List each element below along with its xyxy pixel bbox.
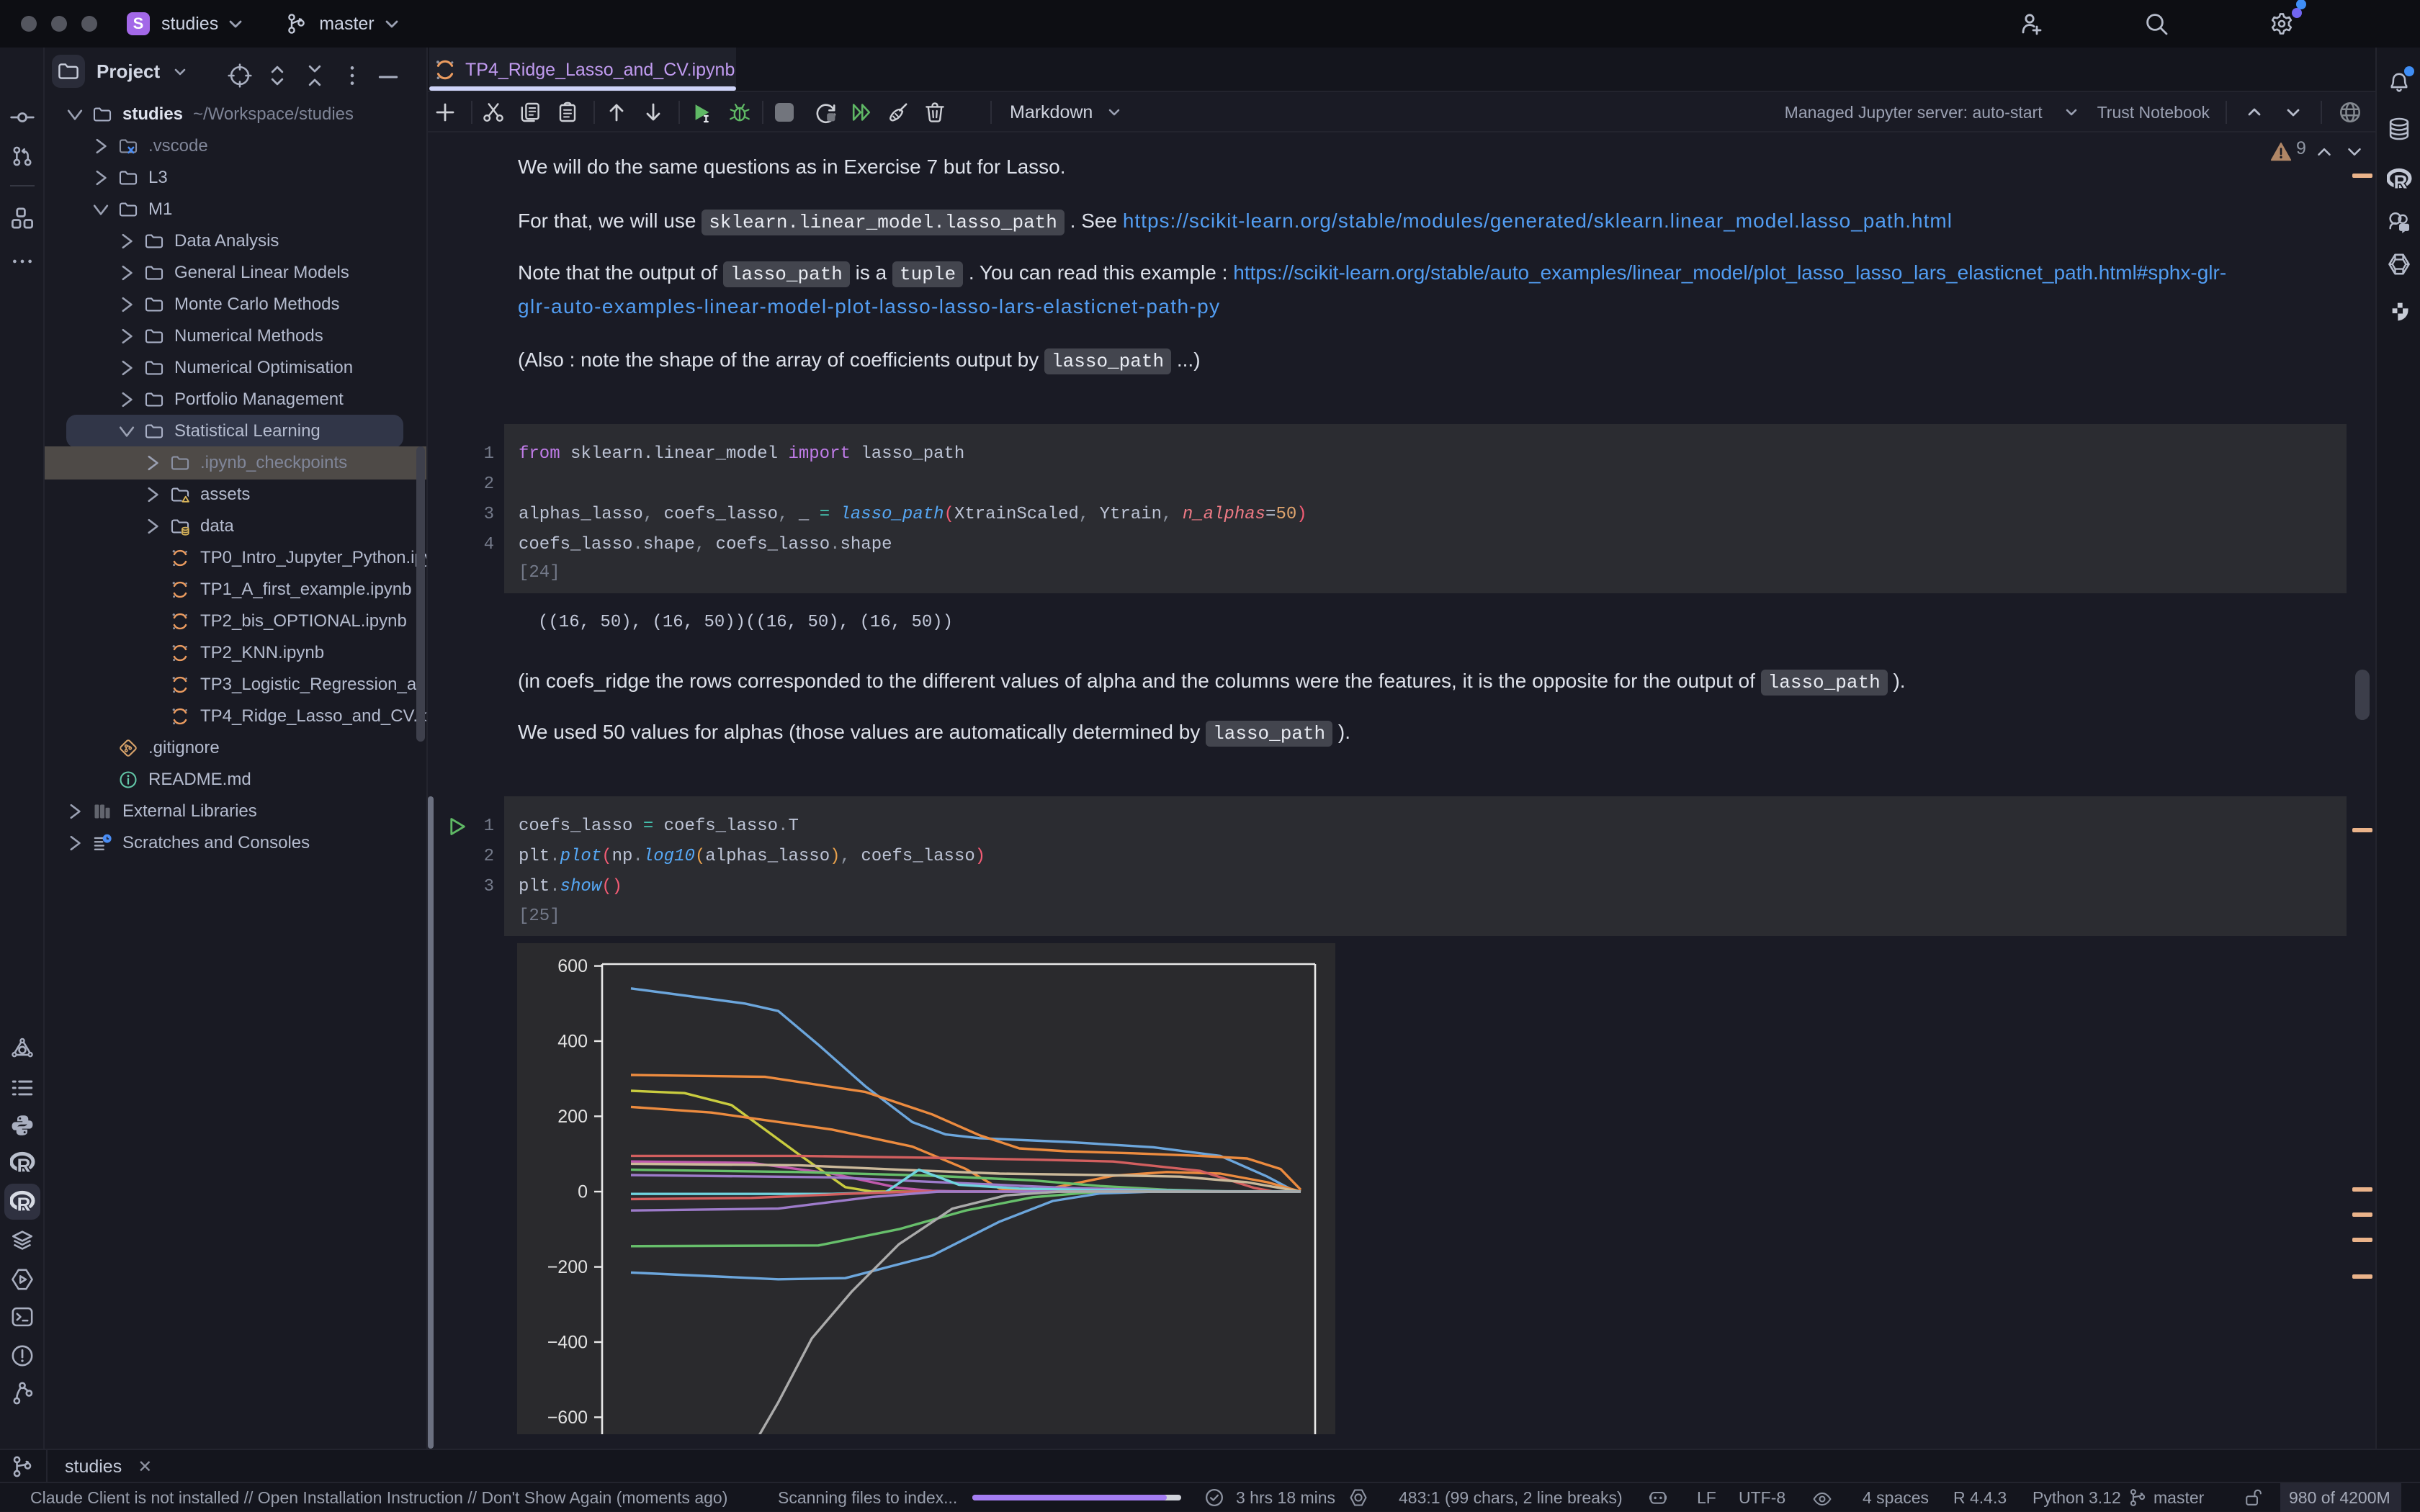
svg-text:R: R	[2394, 171, 2408, 193]
svg-text:−600: −600	[547, 1408, 588, 1428]
svg-text:−200: −200	[547, 1257, 588, 1277]
svg-text:200: 200	[557, 1107, 588, 1127]
svg-text:400: 400	[557, 1031, 588, 1051]
svg-text:0: 0	[578, 1182, 588, 1202]
svg-text:600: 600	[557, 956, 588, 976]
svg-text:−400: −400	[547, 1332, 588, 1352]
svg-text:R: R	[17, 1194, 31, 1215]
svg-text:R: R	[17, 1155, 31, 1176]
